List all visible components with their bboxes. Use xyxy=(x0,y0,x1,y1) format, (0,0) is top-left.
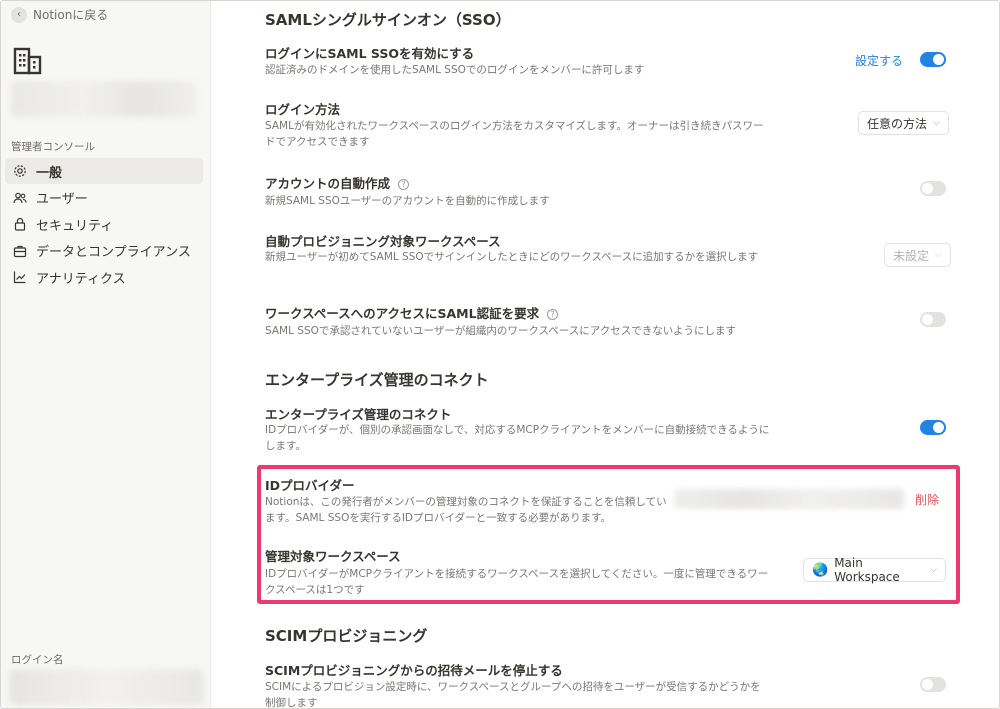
auto-provision-title: 自動プロビジョニング対象ワークスペース xyxy=(265,234,501,249)
chevron-down-icon: ⌵ xyxy=(935,250,942,260)
require-saml-desc: SAML SSOで承認されていないユーザーが組織内のワークスペースにアクセスでき… xyxy=(265,325,737,337)
managed-ws-select[interactable]: 🌏 Main Workspace ⌵ xyxy=(803,556,946,584)
login-method-desc: SAMLが有効化されたワークスペースのログイン方法をカスタマイズします。オーナー… xyxy=(265,120,764,148)
auto-create-toggle[interactable] xyxy=(920,181,946,196)
scim-stop-invites-toggle[interactable] xyxy=(920,677,946,692)
require-saml-title: ワークスペースへのアクセスにSAML認証を要求? xyxy=(265,303,559,322)
chevron-left-icon[interactable]: ‹ xyxy=(11,6,27,23)
admin-console-label: 管理者コンソール xyxy=(11,141,95,153)
saml-enable-toggle[interactable] xyxy=(920,52,946,67)
saml-enable-title: ログインにSAML SSOを有効にする xyxy=(265,46,475,61)
login-method-select[interactable]: 任意の方法 ⌵ xyxy=(858,111,949,135)
sidebar: ‹ Notionに戻る 管理者コンソール 一般 ユーザー セキュリティ データと… xyxy=(1,1,211,708)
sidebar-item-label: ユーザー xyxy=(36,192,88,207)
login-name-redacted xyxy=(9,669,204,705)
saml-heading: SAMLシングルサインオン（SSO） xyxy=(265,11,511,29)
auto-create-desc: 新規SAML SSOユーザーのアカウントを自動的に作成します xyxy=(265,195,550,207)
toggle-knob xyxy=(922,314,933,325)
lock-icon xyxy=(14,217,26,231)
auto-provision-desc: 新規ユーザーが初めてSAML SSOでサインインしたときにどのワークスペースに追… xyxy=(265,251,759,263)
idp-delete-button[interactable]: 削除 xyxy=(915,491,939,508)
scim-stop-invites-desc: SCIMによるプロビジョン設定時に、ワークスペースとグループへの招待をユーザーが… xyxy=(265,681,761,709)
sidebar-item-label: 一般 xyxy=(36,165,63,181)
toggle-knob xyxy=(933,54,944,65)
back-label: Notionに戻る xyxy=(33,8,109,22)
briefcase-icon xyxy=(13,245,27,257)
toggle-knob xyxy=(933,422,944,433)
toggle-knob xyxy=(922,679,933,690)
sidebar-item-label: データとコンプライアンス xyxy=(36,245,191,260)
help-icon[interactable]: ? xyxy=(398,179,410,190)
gear-icon xyxy=(14,165,26,177)
auto-provision-select[interactable]: 未設定 ⌵ xyxy=(884,243,951,267)
app-window: ‹ Notionに戻る 管理者コンソール 一般 ユーザー セキュリティ データと… xyxy=(0,0,1000,709)
managed-ws-title: 管理対象ワークスペース xyxy=(265,549,401,564)
scim-heading: SCIMプロビジョニング xyxy=(265,627,428,645)
toggle-knob xyxy=(922,183,933,194)
login-method-title: ログイン方法 xyxy=(265,102,341,117)
users-icon xyxy=(13,192,27,203)
sidebar-item-analytics[interactable]: アナリティクス xyxy=(5,264,203,290)
require-saml-title-text: ワークスペースへのアクセスにSAML認証を要求 xyxy=(265,306,540,321)
chevron-down-icon: ⌵ xyxy=(930,565,937,575)
sidebar-item-data-compliance[interactable]: データとコンプライアンス xyxy=(5,238,203,264)
auto-create-title-text: アカウントの自動作成 xyxy=(265,176,391,191)
enterprise-connect-title: エンタープライズ管理のコネクト xyxy=(265,407,452,422)
managed-ws-desc: IDプロバイダーがMCPクライアントを接続するワークスペースを選択してください。… xyxy=(265,568,769,596)
enterprise-connect-toggle[interactable] xyxy=(920,420,946,435)
idp-desc: Notionは、この発行者がメンバーの管理対象のコネクトを保証することを信頼して… xyxy=(265,496,667,524)
sidebar-item-label: アナリティクス xyxy=(36,271,126,287)
building-icon xyxy=(13,47,42,75)
auto-create-title: アカウントの自動作成? xyxy=(265,173,410,192)
select-value: 未設定 xyxy=(893,248,930,263)
help-icon[interactable]: ? xyxy=(547,309,559,320)
enterprise-connect-desc: IDプロバイダーが、個別の承認画面なしで、対応するMCPクライアントをメンバーに… xyxy=(265,424,770,452)
sidebar-item-users[interactable]: ユーザー xyxy=(5,185,203,211)
back-to-notion-link[interactable]: ‹ Notionに戻る xyxy=(11,6,108,23)
saml-configure-link[interactable]: 設定する xyxy=(855,52,903,69)
workspace-name-redacted xyxy=(11,81,196,117)
idp-issuer-redacted xyxy=(674,489,904,509)
sidebar-item-general[interactable]: 一般 xyxy=(5,158,203,184)
sidebar-item-security[interactable]: セキュリティ xyxy=(5,211,203,237)
globe-icon: 🌏 xyxy=(812,562,829,578)
login-name-label: ログイン名 xyxy=(11,654,64,666)
saml-enable-desc: 認証済みのドメインを使用したSAML SSOでのログインをメンバーに許可します xyxy=(265,64,645,76)
require-saml-toggle[interactable] xyxy=(920,312,946,327)
idp-title: IDプロバイダー xyxy=(265,478,355,493)
chevron-down-icon: ⌵ xyxy=(933,118,940,128)
sidebar-item-label: セキュリティ xyxy=(36,218,114,234)
select-value: Main Workspace xyxy=(834,556,900,584)
sidebar-nav: 一般 ユーザー セキュリティ データとコンプライアンス アナリティクス xyxy=(5,158,203,291)
chart-icon xyxy=(13,271,26,284)
enterprise-heading: エンタープライズ管理のコネクト xyxy=(265,371,489,389)
select-value: 任意の方法 xyxy=(867,116,928,131)
scim-stop-invites-title: SCIMプロビジョニングからの招待メールを停止する xyxy=(265,663,563,678)
